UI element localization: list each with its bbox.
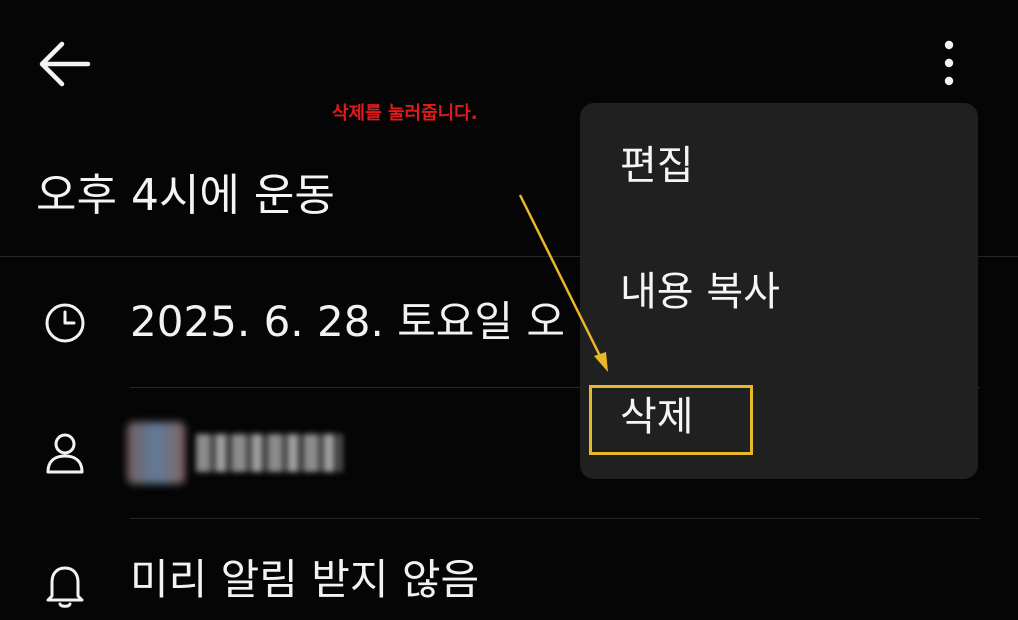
menu-item-edit[interactable]: 편집 [620, 139, 694, 193]
more-options-button[interactable] [925, 36, 973, 90]
event-title: 오후 4시에 운동 [36, 170, 335, 221]
annotation-text: 삭제를 눌러줍니다. [332, 103, 478, 124]
divider [130, 518, 980, 519]
more-vertical-icon [944, 40, 954, 86]
account-name-redacted [196, 434, 342, 472]
annotation-highlight-box [589, 385, 753, 455]
bell-icon [42, 560, 88, 608]
menu-item-copy-content[interactable]: 내용 복사 [620, 265, 780, 319]
back-button[interactable] [36, 36, 94, 94]
reminder-setting[interactable]: 미리 알림 받지 않음 [130, 552, 479, 608]
person-icon [42, 430, 88, 476]
event-datetime[interactable]: 2025. 6. 28. 토요일 오 [130, 294, 580, 350]
avatar [127, 422, 185, 484]
clock-icon [42, 300, 88, 346]
arrow-left-icon [39, 41, 91, 87]
